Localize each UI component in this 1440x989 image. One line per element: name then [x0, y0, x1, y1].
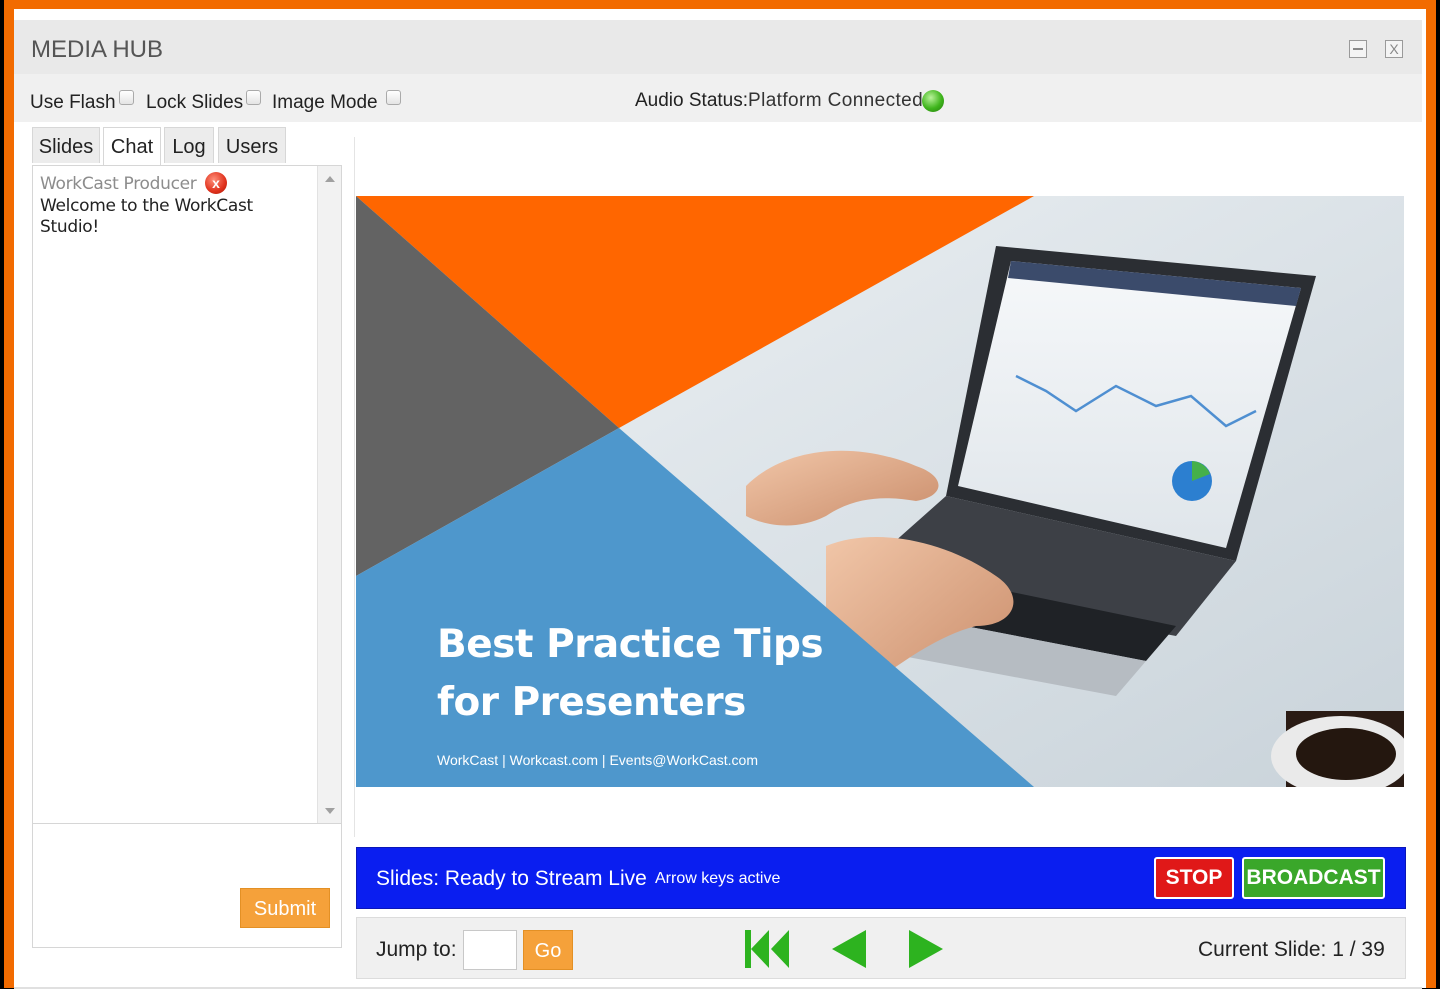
media-hub-window: MEDIA HUB X Use Flash Lock Slides Image …	[14, 4, 1426, 989]
chat-message-input[interactable]	[32, 823, 342, 885]
stop-button[interactable]: STOP	[1154, 857, 1234, 899]
slide-viewer: Best Practice Tips for Presenters WorkCa…	[356, 196, 1404, 787]
close-icon[interactable]: X	[1385, 40, 1403, 58]
previous-slide-icon[interactable]	[830, 928, 870, 970]
tab-users[interactable]: Users	[218, 127, 286, 163]
audio-status-label: Audio Status:	[635, 90, 749, 111]
slide-title-line2: for Presenters	[437, 680, 746, 725]
broadcast-status-bar: Slides: Ready to Stream Live Arrow keys …	[356, 847, 1406, 909]
go-button[interactable]: Go	[523, 930, 573, 970]
lock-slides-label: Lock Slides	[146, 92, 244, 113]
slide-title: Best Practice Tips for Presenters	[437, 616, 824, 732]
broadcast-button[interactable]: BROADCAST	[1242, 857, 1385, 899]
chat-message-author: WorkCast Producer	[40, 174, 197, 194]
current-slide-indicator: Current Slide: 1 / 39	[1198, 938, 1385, 961]
lock-slides-checkbox[interactable]	[246, 90, 261, 105]
jump-to-label: Jump to:	[376, 938, 457, 961]
scroll-up-icon[interactable]	[325, 176, 335, 182]
slide-footer: WorkCast | Workcast.com | Events@WorkCas…	[437, 752, 758, 768]
first-slide-icon[interactable]	[743, 928, 791, 970]
image-mode-checkbox[interactable]	[386, 90, 401, 105]
audio-status-indicator-icon	[922, 90, 944, 112]
next-slide-icon[interactable]	[905, 928, 945, 970]
title-bar: MEDIA HUB X	[14, 20, 1422, 74]
chat-scrollbar[interactable]	[317, 166, 341, 824]
chat-messages-panel[interactable]: WorkCast Producer x Welcome to the WorkC…	[32, 165, 342, 825]
status-text: Slides: Ready to Stream Live	[376, 867, 647, 890]
slide-title-line1: Best Practice Tips	[437, 622, 824, 667]
tab-log[interactable]: Log	[164, 127, 214, 163]
slide-navigation-bar: Jump to: Go Current Slide: 1 / 39	[356, 917, 1406, 979]
jump-to-input[interactable]	[463, 930, 517, 970]
tab-chat[interactable]: Chat	[103, 127, 161, 165]
delete-message-icon[interactable]: x	[205, 172, 227, 194]
image-mode-label: Image Mode	[272, 92, 378, 113]
audio-status-value: Platform Connected	[748, 90, 924, 111]
window-title: MEDIA HUB	[31, 36, 164, 63]
submit-button[interactable]: Submit	[240, 888, 330, 928]
use-flash-checkbox[interactable]	[119, 90, 134, 105]
tab-slides[interactable]: Slides	[32, 127, 100, 163]
options-bar: Use Flash Lock Slides Image Mode Audio S…	[14, 74, 1422, 122]
panel-divider	[354, 137, 355, 837]
chat-message-text: Welcome to the WorkCast Studio!	[40, 196, 253, 237]
use-flash-label: Use Flash	[30, 92, 116, 113]
status-hint: Arrow keys active	[655, 870, 781, 887]
scroll-down-icon[interactable]	[325, 808, 335, 814]
minimize-icon[interactable]	[1349, 40, 1367, 58]
